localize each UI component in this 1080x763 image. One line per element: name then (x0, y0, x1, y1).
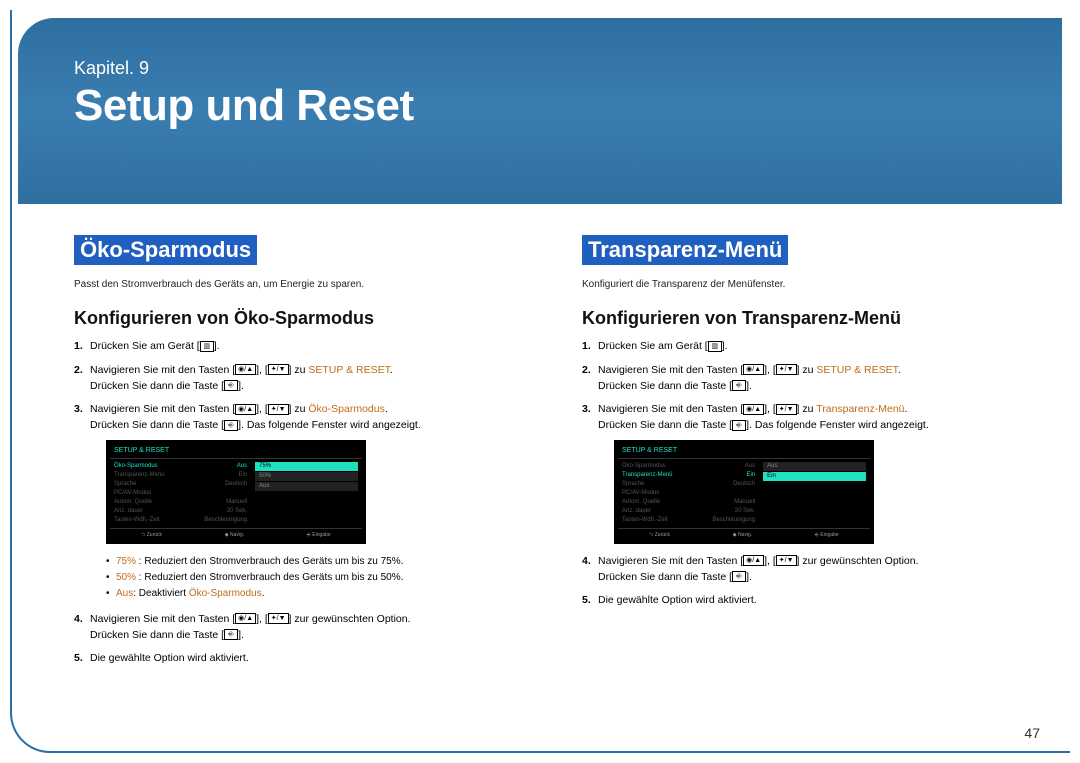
nav-down-icon: ✦/▼ (776, 404, 797, 415)
option-bullets: 75% : Reduziert den Stromverbrauch des G… (106, 554, 522, 602)
menu-icon: ▥ (200, 341, 214, 352)
step-2: 2. Navigieren Sie mit den Tasten [◉/▲], … (74, 363, 522, 395)
osd-row: Tasten-Wdh.-ZeitBeschleunigung (114, 516, 247, 525)
page-number: 47 (1024, 725, 1040, 741)
chapter-label: Kapitel. 9 (74, 58, 1006, 79)
osd-screenshot-transparency: SETUP & RESET Öko-SparmodusAus Transpare… (614, 440, 874, 544)
osd-body: Öko-SparmodusAus Transparenz-MenüEin Spr… (110, 458, 362, 529)
osd-title: SETUP & RESET (618, 444, 870, 459)
content-area: Öko-Sparmodus Passt den Stromverbrauch d… (74, 235, 1030, 675)
osd-row: Anz. dauer20 Sek. (622, 507, 755, 516)
osd-footer: ⮌ Zurück ◆ Navig. ⎆ Eingabe (618, 529, 870, 540)
osd-options: Aus Ein (759, 459, 870, 528)
nav-down-icon: ✦/▼ (268, 364, 289, 375)
osd-title: SETUP & RESET (110, 444, 362, 459)
enter-icon: ⎆ (732, 420, 746, 431)
osd-row: Anz. dauer20 Sek. (114, 507, 247, 516)
enter-icon: ⎆ (732, 380, 746, 391)
osd-option: Aus (255, 482, 358, 491)
enter-icon: ⎆ (224, 629, 238, 640)
subheading: Konfigurieren von Transparenz-Menü (582, 308, 1030, 329)
step-3: 3. Navigieren Sie mit den Tasten [◉/▲], … (582, 402, 1030, 544)
enter-icon: ⎆ (224, 380, 238, 391)
chapter-title: Setup und Reset (74, 81, 1006, 131)
step-4: 4. Navigieren Sie mit den Tasten [◉/▲], … (582, 554, 1030, 586)
steps-list: 1. Drücken Sie am Gerät [▥]. 2. Navigier… (582, 339, 1030, 609)
osd-option: Ein (763, 472, 866, 481)
section-title-eco: Öko-Sparmodus (74, 235, 257, 265)
osd-menu-list: Öko-SparmodusAus Transparenz-MenüEin Spr… (110, 459, 251, 528)
step-5: 5. Die gewählte Option wird aktiviert. (582, 593, 1030, 609)
osd-option: Aus (763, 462, 866, 471)
osd-row: SpracheDeutsch (114, 480, 247, 489)
enter-icon: ⎆ (732, 571, 746, 582)
bullet-item: 50% : Reduziert den Stromverbrauch des G… (106, 570, 522, 586)
osd-row: SpracheDeutsch (622, 480, 755, 489)
osd-row: PC/AV-Modus (114, 489, 247, 498)
osd-row: PC/AV-Modus (622, 489, 755, 498)
section-title-transparency: Transparenz-Menü (582, 235, 788, 265)
osd-row: Autom. QuelleManuell (622, 498, 755, 507)
step-1: 1. Drücken Sie am Gerät [▥]. (582, 339, 1030, 355)
step-5: 5. Die gewählte Option wird aktiviert. (74, 651, 522, 667)
nav-up-icon: ◉/▲ (235, 404, 256, 415)
osd-row: Öko-SparmodusAus (622, 462, 755, 471)
menu-icon: ▥ (708, 341, 722, 352)
step-2: 2. Navigieren Sie mit den Tasten [◉/▲], … (582, 363, 1030, 395)
nav-down-icon: ✦/▼ (268, 404, 289, 415)
osd-footer: ⮌ Zurück ◆ Navig. ⎆ Eingabe (110, 529, 362, 540)
nav-up-icon: ◉/▲ (235, 364, 256, 375)
osd-menu-list: Öko-SparmodusAus Transparenz-MenüEin Spr… (618, 459, 759, 528)
right-column: Transparenz-Menü Konfiguriert die Transp… (582, 235, 1030, 675)
steps-list: 1. Drücken Sie am Gerät [▥]. 2. Navigier… (74, 339, 522, 667)
enter-icon: ⎆ (224, 420, 238, 431)
nav-up-icon: ◉/▲ (235, 613, 256, 624)
chapter-banner: Kapitel. 9 Setup und Reset (18, 18, 1062, 204)
nav-up-icon: ◉/▲ (743, 404, 764, 415)
osd-row: Tasten-Wdh.-ZeitBeschleunigung (622, 516, 755, 525)
nav-down-icon: ✦/▼ (776, 364, 797, 375)
osd-option: 50% (255, 472, 358, 481)
osd-row: Öko-SparmodusAus (114, 462, 247, 471)
subheading: Konfigurieren von Öko-Sparmodus (74, 308, 522, 329)
osd-screenshot-eco: SETUP & RESET Öko-SparmodusAus Transpare… (106, 440, 366, 544)
nav-up-icon: ◉/▲ (743, 555, 764, 566)
step-3: 3. Navigieren Sie mit den Tasten [◉/▲], … (74, 402, 522, 602)
section-desc: Konfiguriert die Transparenz der Menüfen… (582, 279, 1030, 290)
osd-body: Öko-SparmodusAus Transparenz-MenüEin Spr… (618, 458, 870, 529)
osd-option: 75% (255, 462, 358, 471)
section-desc: Passt den Stromverbrauch des Geräts an, … (74, 279, 522, 290)
osd-row: Autom. QuelleManuell (114, 498, 247, 507)
bullet-item: Aus: Deaktiviert Öko-Sparmodus. (106, 586, 522, 602)
nav-down-icon: ✦/▼ (776, 555, 797, 566)
osd-options: 75% 50% Aus (251, 459, 362, 528)
bullet-item: 75% : Reduziert den Stromverbrauch des G… (106, 554, 522, 570)
step-4: 4. Navigieren Sie mit den Tasten [◉/▲], … (74, 612, 522, 644)
osd-row: Transparenz-MenüEin (622, 471, 755, 480)
nav-up-icon: ◉/▲ (743, 364, 764, 375)
osd-row: Transparenz-MenüEin (114, 471, 247, 480)
step-1: 1. Drücken Sie am Gerät [▥]. (74, 339, 522, 355)
nav-down-icon: ✦/▼ (268, 613, 289, 624)
left-column: Öko-Sparmodus Passt den Stromverbrauch d… (74, 235, 522, 675)
